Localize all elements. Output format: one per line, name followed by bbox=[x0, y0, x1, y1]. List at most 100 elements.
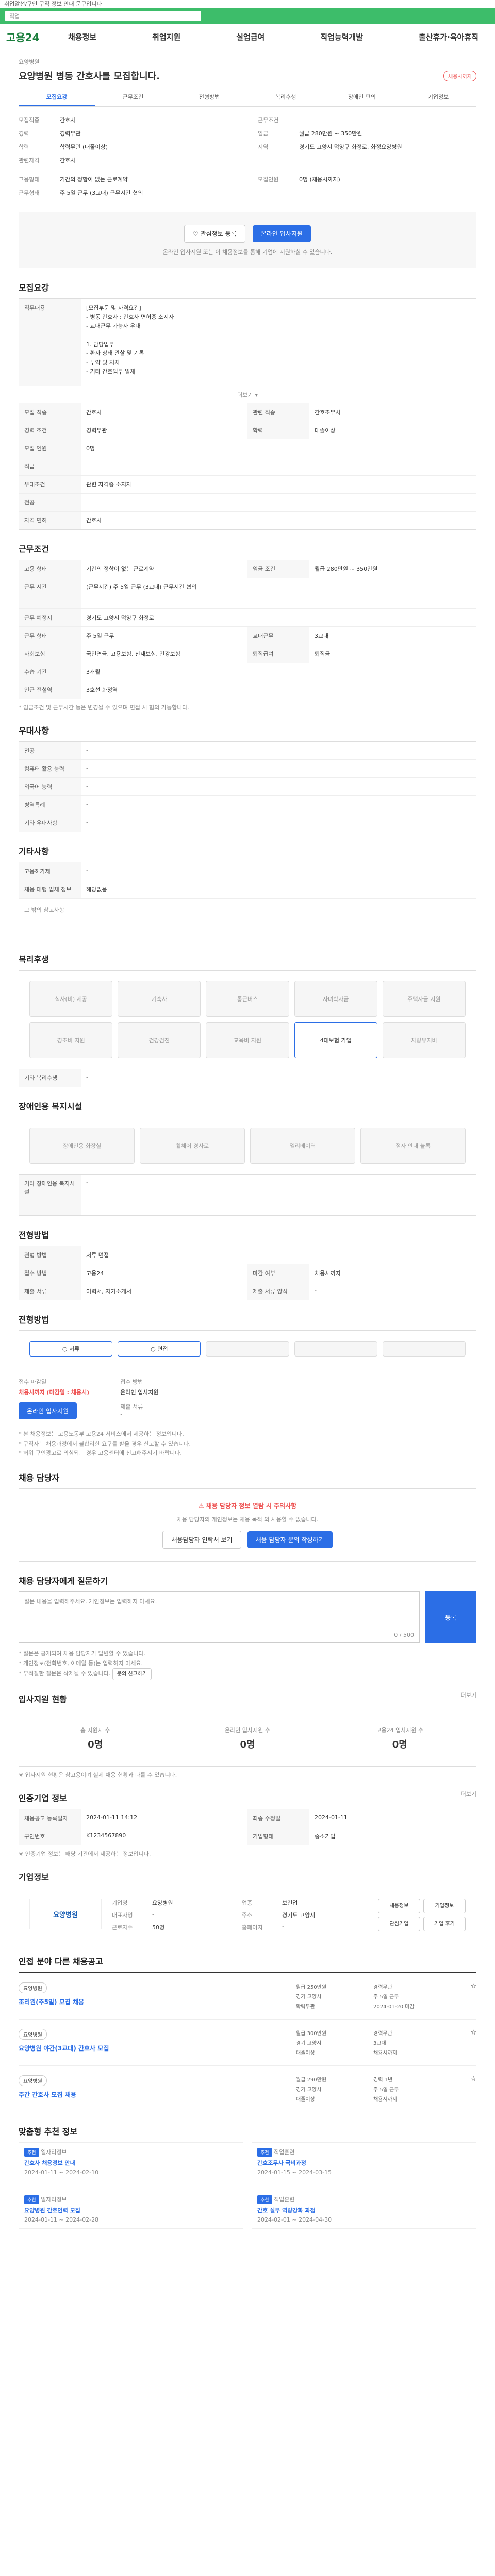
meta-item: 3교대 bbox=[373, 2041, 386, 2047]
label: 퇴직급여 bbox=[248, 645, 309, 663]
question-textarea[interactable]: 질문 내용을 입력해주세요. 개인정보는 입력하지 마세요. 0 / 500 bbox=[19, 1591, 420, 1643]
label: 기타 우대사항 bbox=[19, 814, 81, 832]
recommend-card[interactable]: 추천 직업훈련 간호 실무 역량강화 과정 2024-02-01 ~ 2024-04… bbox=[252, 2190, 476, 2229]
recommend-card[interactable]: 추천 직업훈련 간호조무사 국비과정 2024-01-15 ~ 2024-03-15 bbox=[252, 2142, 476, 2182]
submit-question-button[interactable]: 등록 bbox=[425, 1591, 476, 1643]
job-link[interactable]: 주간 간호사 모집 채용 bbox=[19, 2090, 296, 2099]
extra-section: 기타사항 고용허가제 - 채용 대행 업체 정보 해당없음 그 밖의 참고사항 bbox=[0, 844, 495, 940]
deadline-value: 채용시까지 (마감일 : 채용시) bbox=[19, 1389, 90, 1396]
apply-button-bottom[interactable]: 온라인 입사지원 bbox=[19, 1402, 77, 1419]
summary-row: 경력 경력무관 bbox=[19, 129, 237, 138]
site-logo[interactable]: 고용24 bbox=[6, 29, 68, 44]
card-title[interactable]: 요양병원 간호인력 모집 bbox=[24, 2206, 238, 2214]
welfare-item: 건강검진 bbox=[118, 1022, 201, 1058]
save-job-button[interactable]: ♡ 관심정보 등록 bbox=[184, 225, 245, 243]
tab-work[interactable]: 근무조건 bbox=[95, 89, 171, 106]
nav-item[interactable]: 채용정보 bbox=[68, 31, 96, 42]
label: 주소 bbox=[242, 1912, 253, 1919]
label: 관련자격 bbox=[19, 157, 40, 164]
meta-item: 경력 1년 bbox=[373, 2077, 393, 2083]
label: 기타 장애인용 복지시설 bbox=[19, 1175, 81, 1215]
company-action-button[interactable]: 기업정보 bbox=[423, 1899, 466, 1914]
info-more-link[interactable]: 더보기 bbox=[461, 1790, 476, 1798]
step-item bbox=[206, 1341, 289, 1357]
company-action-button[interactable]: 기업 후기 bbox=[423, 1917, 466, 1932]
label: 채용공고 등록일자 bbox=[19, 1809, 81, 1827]
company-name: 요양병원 bbox=[19, 59, 40, 65]
recommend-chip: 추천 bbox=[257, 2148, 272, 2157]
company-logo: 요양병원 bbox=[29, 1899, 102, 1930]
qna-form: 질문 내용을 입력해주세요. 개인정보는 입력하지 마세요. 0 / 500 등… bbox=[19, 1591, 476, 1643]
section-title: 채용 담당자 bbox=[19, 1473, 60, 1483]
value: - bbox=[86, 783, 88, 789]
bookmark-icon[interactable]: ☆ bbox=[446, 1982, 476, 2010]
job-list-item[interactable]: 요양병원 조리원(주5일) 모집 채용 월급 250만원 경력무관 경기 고양시 주… bbox=[19, 1973, 476, 2020]
work-section: 근무조건 고용 형태 기간의 정함이 없는 근로계약 임금 조건 월급 280만원 ~… bbox=[0, 542, 495, 711]
expand-button[interactable]: 더보기 bbox=[237, 392, 253, 398]
welfare-item: 차량유지비 bbox=[382, 1022, 466, 1058]
apply-button[interactable]: 온라인 입사지원 bbox=[252, 225, 311, 242]
job-list-item[interactable]: 요양병원 주간 간호사 모집 채용 월급 290만원 경력 1년 경기 고양시 주 … bbox=[19, 2066, 476, 2113]
warning-title: ⚠ 채용 담당자 정보 열람 시 주의사항 bbox=[31, 1501, 464, 1510]
value: - bbox=[86, 747, 88, 753]
step-label: 서류 bbox=[69, 1346, 80, 1352]
view-contact-button[interactable]: 채용담당자 연락처 보기 bbox=[162, 1531, 241, 1549]
meta-item: 경력무관 bbox=[373, 2031, 392, 2037]
meta-item: 주 5일 근무 bbox=[373, 1994, 399, 2001]
step-item bbox=[294, 1341, 377, 1357]
job-link[interactable]: 요양병원 야간(3교대) 간호사 모집 bbox=[19, 2044, 296, 2053]
tab-recruit[interactable]: 모집요강 bbox=[19, 89, 95, 106]
tab-company[interactable]: 기업정보 bbox=[400, 89, 476, 106]
related-section: 인접 분야 다른 채용공고 요양병원 조리원(주5일) 모집 채용 월급 250… bbox=[0, 1955, 495, 2113]
value: 0명 (채용시까지) bbox=[299, 176, 340, 183]
info-row: 고용허가제 - bbox=[19, 862, 476, 880]
label: 홈페이지 bbox=[242, 1924, 263, 1931]
value bbox=[81, 457, 476, 475]
stats-more-link[interactable]: 더보기 bbox=[461, 1691, 476, 1699]
tab-process[interactable]: 전형방법 bbox=[171, 89, 248, 106]
nav-item[interactable]: 출산휴가·육아휴직 bbox=[419, 31, 478, 42]
label: 학력 bbox=[19, 144, 29, 150]
recommend-card[interactable]: 추천 일자리정보 간호사 채용정보 안내 2024-01-11 ~ 2024-02-… bbox=[19, 2142, 243, 2182]
nav-item[interactable]: 취업지원 bbox=[152, 31, 180, 42]
value: - bbox=[86, 801, 88, 807]
stats-box: 총 지원자 수 0명 온라인 입사지원 수 0명 고용24 입사지원 수 0명 bbox=[19, 1710, 476, 1767]
label: 학력 bbox=[248, 421, 309, 439]
work-box: 고용 형태 기간의 정함이 없는 근로계약 임금 조건 월급 280만원 ~ 350만… bbox=[19, 560, 476, 699]
job-link[interactable]: 조리원(주5일) 모집 채용 bbox=[19, 1997, 296, 2006]
company-action-button[interactable]: 관심기업 bbox=[378, 1917, 420, 1932]
value: - bbox=[86, 819, 88, 825]
value: 간호사 bbox=[60, 117, 76, 124]
search-input[interactable]: 직업 bbox=[5, 11, 201, 21]
card-title[interactable]: 간호사 채용정보 안내 bbox=[24, 2159, 238, 2167]
label: 모집 인원 bbox=[19, 439, 81, 457]
tab-welfare[interactable]: 복리후생 bbox=[248, 89, 324, 106]
summary-row: 근무형태 주 5일 근무 (3교대) 근무시간 협의 bbox=[19, 189, 237, 197]
contact-box: ⚠ 채용 담당자 정보 열람 시 주의사항 채용 담당자의 개인정보는 채용 목… bbox=[19, 1488, 476, 1562]
card-title[interactable]: 간호 실무 역량강화 과정 bbox=[257, 2206, 471, 2214]
contact-section: 채용 담당자 ⚠ 채용 담당자 정보 열람 시 주의사항 채용 담당자의 개인정… bbox=[0, 1471, 495, 1562]
bookmark-icon[interactable]: ☆ bbox=[446, 2075, 476, 2103]
recommend-card[interactable]: 추천 일자리정보 요양병원 간호인력 모집 2024-01-11 ~ 2024-02… bbox=[19, 2190, 243, 2229]
label: 기타 복리후생 bbox=[19, 1069, 81, 1087]
summary-row: 근무조건 bbox=[258, 116, 476, 124]
step-item bbox=[382, 1341, 466, 1357]
job-list-item[interactable]: 요양병원 요양병원 야간(3교대) 간호사 모집 월급 300만원 경력무관 경기… bbox=[19, 2020, 476, 2066]
section-title: 전형방법 bbox=[19, 1230, 49, 1240]
card-title[interactable]: 간호조무사 국비과정 bbox=[257, 2159, 471, 2167]
info-row: 수습 기간 3개월 bbox=[19, 663, 476, 681]
info-row: 고용 형태 기간의 정함이 없는 근로계약 임금 조건 월급 280만원 ~ 350만… bbox=[19, 560, 476, 578]
nav-item[interactable]: 실업급여 bbox=[236, 31, 265, 42]
nav-item[interactable]: 직업능력개발 bbox=[320, 31, 363, 42]
write-inquiry-button[interactable]: 채용 담당자 문의 작성하기 bbox=[247, 1531, 333, 1549]
qual-box: 전공 - 컴퓨터 활용 능력 - 외국어 능력 - 병역특례 - 기타 우대사항 - bbox=[19, 741, 476, 832]
company-action-button[interactable]: 채용정보 bbox=[378, 1899, 420, 1914]
info-row: 제출 서류 이력서, 자기소개서 제출 서류 양식 - bbox=[19, 1282, 476, 1300]
report-button[interactable]: 문의 신고하기 bbox=[112, 1668, 152, 1681]
tab-disability[interactable]: 장애인 편의 bbox=[324, 89, 400, 106]
bookmark-icon[interactable]: ☆ bbox=[446, 2029, 476, 2056]
value: 2024-01-11 bbox=[315, 1814, 348, 1821]
label: 외국어 능력 bbox=[19, 778, 81, 795]
value: 해당없음 bbox=[86, 886, 107, 893]
card-date: 2024-01-11 ~ 2024-02-10 bbox=[24, 2169, 99, 2176]
